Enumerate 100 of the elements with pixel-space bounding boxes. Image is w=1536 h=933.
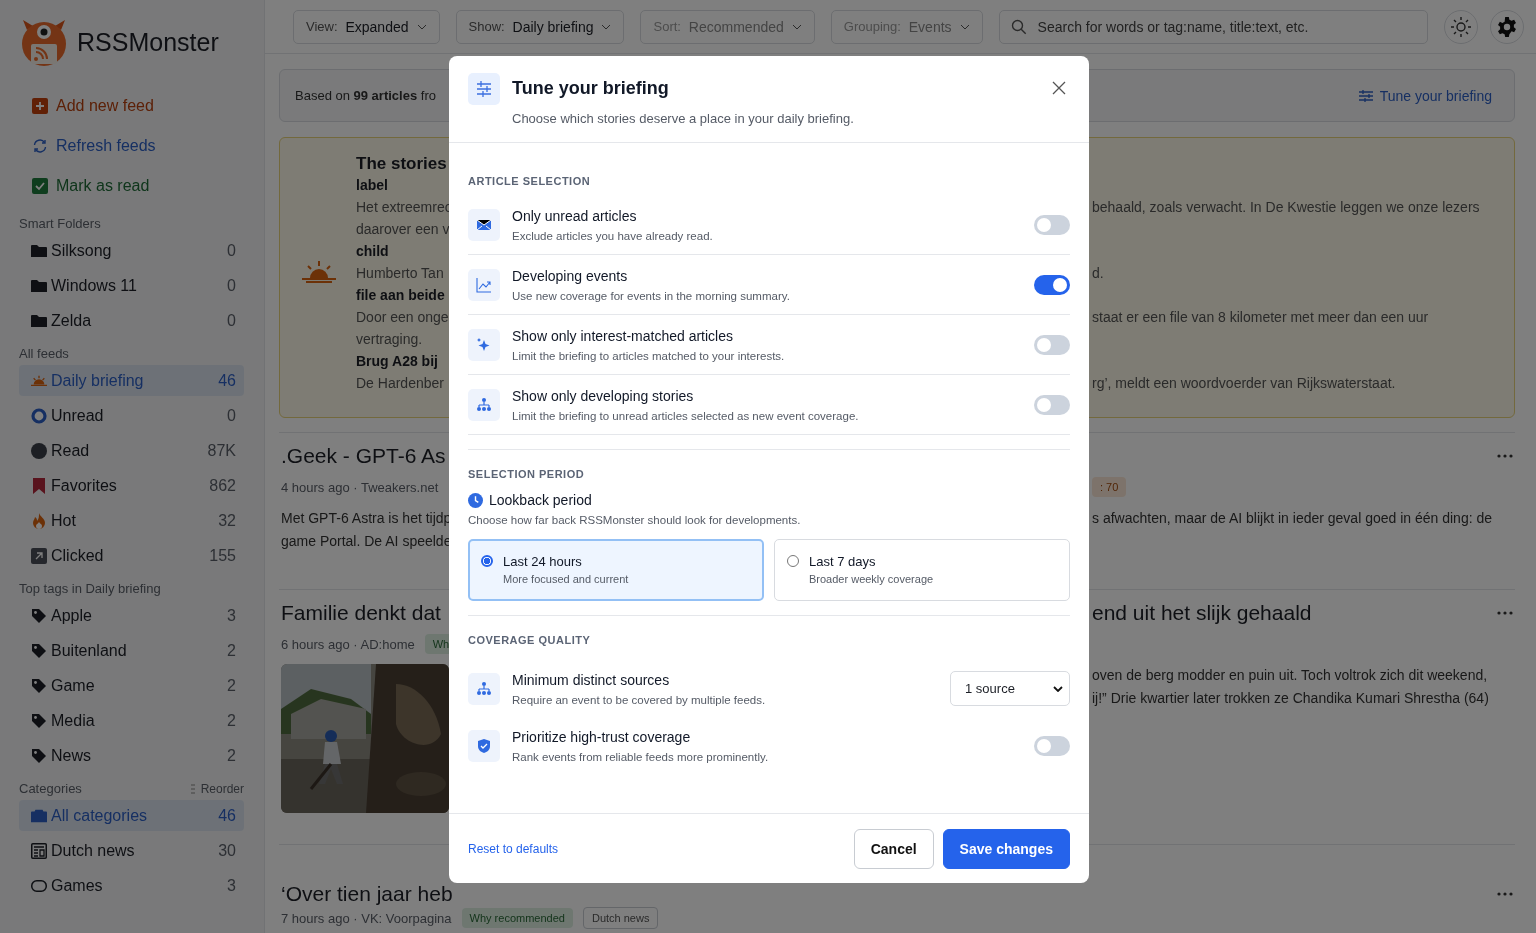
sidebar-item[interactable]: Buitenland 2 [19,635,244,666]
setting-label: Show only developing stories [512,387,695,404]
tag-icon [31,642,47,659]
tune-briefing-link[interactable]: Tune your briefing [1358,87,1514,104]
sunrise-icon [31,373,47,388]
sun-icon [1451,16,1471,37]
sidebar-item[interactable]: Game 2 [19,670,244,701]
sidebar-item[interactable]: Daily briefing 46 [19,365,244,396]
sources-dropdown[interactable]: 1 source [950,671,1070,706]
sidebar-item[interactable]: Zelda 0 [19,305,244,336]
setting-label: Show only interest-matched articles [512,327,734,344]
theme-button[interactable] [1444,9,1478,44]
story-heading: child [356,242,390,261]
tag-icon [31,712,47,729]
story-text: rg’, meldt een woordvoerder van Rijkswaterstaat. [1092,374,1397,393]
section-label: Smart Folders [19,216,101,231]
shield-icon [468,729,500,762]
sidebar-item[interactable]: Unread 0 [19,400,244,431]
sidebar-item[interactable]: Dutch news 30 [19,835,244,866]
hierarchy-icon [468,388,500,421]
sliders-icon [1358,89,1373,102]
toggle-switch[interactable] [1034,274,1070,295]
story-text: daarover een v [356,220,450,239]
story-text: behaald, zoals verwacht. In De Kwestie leggen we onze lezers [1092,198,1481,217]
more-icon[interactable] [1497,892,1515,896]
circle-dot-icon [31,407,47,424]
sidebar-item[interactable]: Games 3 [19,870,244,901]
sunrise-icon [302,261,336,283]
filter-dropdown[interactable]: Show: Daily briefing [455,9,625,44]
folder-icon [31,313,47,328]
article-meta: 7 hours ago · VK: Voorpagina [281,910,452,926]
filter-dropdown[interactable]: View: Expanded [293,9,440,44]
story-heading: label [356,176,389,195]
tag-icon [31,607,47,624]
sidebar-item[interactable]: Clicked 155 [19,540,244,571]
checkbox-icon [32,178,48,194]
setting-description: Require an event to be covered by multiple feeds. [512,693,767,706]
sliders-icon [468,73,500,105]
article-title[interactable]: Familie denkt dat [281,600,451,626]
chevron-down-icon [791,23,802,30]
settings-icon [1496,15,1518,38]
sidebar-item[interactable]: All categories 46 [19,800,244,831]
story-text: Het extreemrec [356,198,450,217]
external-link-icon [31,547,47,564]
article-tag[interactable]: Why recommended [461,908,573,928]
sidebar-item[interactable]: News 2 [19,740,244,771]
chevron-down-icon [1053,685,1063,692]
section-heading: SELECTION PERIOD [468,468,586,480]
radio-option[interactable]: Last 24 hours More focused and current [468,539,764,601]
reset-link[interactable]: Reset to defaults [468,841,845,856]
toggle-switch[interactable] [1034,334,1070,355]
more-icon[interactable] [1497,611,1515,615]
grip-icon [190,783,195,795]
article-title[interactable]: .Geek - GPT-6 As [281,443,451,469]
radio-option[interactable]: Last 7 days Broader weekly coverage [774,539,1070,601]
newspaper-icon [31,842,47,859]
toggle-switch[interactable] [1034,394,1070,415]
search-icon [1010,18,1027,35]
save-button[interactable]: Save changes [942,828,1070,869]
story-text: vertraging. [356,330,424,349]
chevron-down-icon [959,23,970,30]
story-text: staat er een file van 8 kilometer met meer dan een uur [1092,308,1430,327]
article-title[interactable]: end uit het slijk gehaald [1092,600,1312,626]
circle-icon [31,442,47,459]
sidebar-item[interactable]: Apple 3 [19,600,244,631]
sidebar-item[interactable]: Hot 32 [19,505,244,536]
setting-description: Exclude articles you have already read. [512,229,714,242]
sidebar-action[interactable]: Refresh feeds [19,126,244,166]
article-meta: 4 hours ago · Tweakers.net [281,479,439,495]
setting-label: Developing events [512,267,629,284]
toggle-switch[interactable] [1034,735,1070,756]
setting-label: Only unread articles [512,207,638,224]
story-text: d. [1092,264,1105,283]
toggle-switch[interactable] [1034,214,1070,235]
setting-description: Use new coverage for events in the morning summary. [512,289,791,302]
article-tag[interactable]: Dutch news [582,907,659,929]
sidebar-item[interactable]: Favorites 862 [19,470,244,501]
setting-description: Limit the briefing to articles matched to your interests. [512,349,786,362]
sidebar-item[interactable]: Media 2 [19,705,244,736]
article-text: oven de berg modder en puin uit. Toch voltrok zich dit weekend, [1092,667,1488,683]
sidebar-item[interactable]: Read 87K [19,435,244,466]
sidebar-action[interactable]: Mark as read [19,166,244,206]
article-tag[interactable]: : 70 [1092,477,1127,497]
article-title[interactable]: ‘Over tien jaar heb [281,881,453,907]
search-field[interactable]: Search for words or tag:name, title:text, etc. [998,9,1428,44]
sidebar-action[interactable]: Add new feed [19,86,244,126]
dialog-subtitle: Choose which stories deserve a place in your daily briefing. [512,111,855,126]
sidebar-item[interactable]: Windows 11 0 [19,270,244,301]
setting-label: Minimum distinct sources [512,671,671,688]
close-icon [1052,81,1066,95]
reorder-link[interactable]: Reorder [190,782,244,796]
story-text: Door een onge [356,308,450,327]
sidebar-item[interactable]: Silksong 0 [19,235,244,266]
cancel-button[interactable]: Cancel [853,828,934,869]
more-icon[interactable] [1497,454,1515,458]
dialog-title: Tune your briefing [512,78,670,99]
settings-button[interactable] [1490,9,1524,44]
story-heading: file aan beide [356,286,446,305]
story-heading: Brug A28 bij [356,352,439,371]
folder-icon [31,278,47,293]
